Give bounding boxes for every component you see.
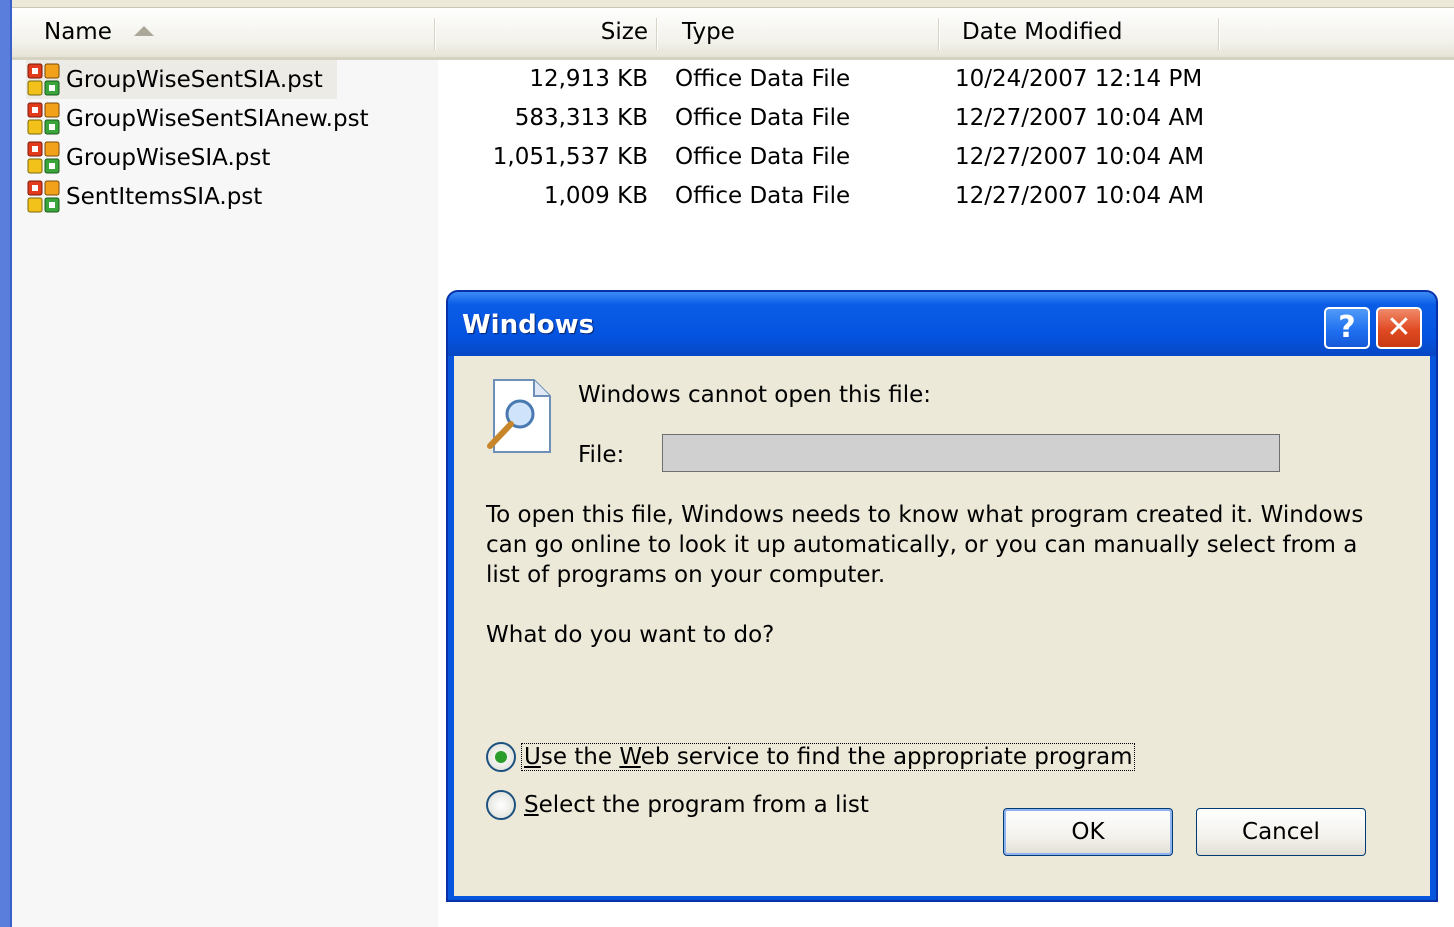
- file-type: Office Data File: [675, 144, 851, 170]
- option-web-service-label: Use the Web service to find the appropri…: [520, 743, 1136, 771]
- close-icon: ✕: [1386, 310, 1412, 345]
- select-list-radio[interactable]: [486, 790, 516, 820]
- option-select-from-list-label: Select the program from a list: [524, 792, 869, 818]
- file-name-field: [662, 434, 1280, 472]
- error-message: Windows cannot open this file:: [578, 382, 932, 408]
- file-size: 1,051,537 KB: [492, 144, 648, 170]
- column-header-name-label: Name: [44, 19, 112, 45]
- file-type: Office Data File: [675, 183, 851, 209]
- file-date: 10/24/2007 12:14 PM: [955, 66, 1203, 92]
- file-name-cell[interactable]: GroupWiseSentSIAnew.pst: [26, 99, 383, 138]
- sort-ascending-icon: [133, 25, 154, 36]
- dialog-title: Windows: [462, 310, 595, 340]
- column-separator[interactable]: [1218, 18, 1220, 50]
- file-type: Office Data File: [675, 105, 851, 131]
- file-row[interactable]: GroupWiseSIA.pst 1,051,537 KB Office Dat…: [12, 138, 1452, 177]
- column-header-size-label: Size: [600, 19, 648, 45]
- outlook-pst-icon: [27, 63, 60, 95]
- file-name: GroupWiseSentSIA.pst: [66, 66, 323, 93]
- file-date: 12/27/2007 10:04 AM: [955, 144, 1205, 170]
- dialog-titlebar[interactable]: Windows ? ✕: [448, 292, 1436, 356]
- file-size: 12,913 KB: [529, 66, 648, 92]
- file-name-cell[interactable]: GroupWiseSIA.pst: [26, 138, 284, 177]
- document-magnifier-icon: [487, 379, 551, 453]
- file-date: 12/27/2007 10:04 AM: [955, 105, 1205, 131]
- file-name-cell[interactable]: SentItemsSIA.pst: [26, 177, 276, 216]
- ok-button[interactable]: OK: [1003, 808, 1173, 856]
- file-type: Office Data File: [675, 66, 851, 92]
- file-name: GroupWiseSIA.pst: [66, 144, 271, 171]
- file-size: 1,009 KB: [543, 183, 648, 209]
- outlook-pst-icon: [27, 141, 60, 173]
- question-text: What do you want to do?: [486, 622, 775, 648]
- cancel-button[interactable]: Cancel: [1196, 808, 1366, 856]
- close-button[interactable]: ✕: [1376, 307, 1422, 349]
- explanation-text: To open this file, Windows needs to know…: [486, 502, 1364, 588]
- open-with-dialog: Windows ? ✕ Windows cannot open this fil…: [446, 290, 1438, 902]
- column-header-type-label: Type: [682, 19, 735, 45]
- file-size: 583,313 KB: [514, 105, 648, 131]
- outlook-pst-icon: [27, 102, 60, 134]
- file-name-cell[interactable]: GroupWiseSentSIA.pst: [26, 60, 337, 99]
- option-web-service[interactable]: Use the Web service to find the appropri…: [486, 740, 1136, 774]
- outlook-pst-icon: [27, 180, 60, 212]
- column-separator[interactable]: [434, 18, 436, 50]
- option-select-from-list[interactable]: Select the program from a list: [486, 788, 871, 822]
- file-date: 12/27/2007 10:04 AM: [955, 183, 1205, 209]
- column-header-bar: Name Size Type Date Modified: [12, 8, 1454, 60]
- window-top-edge: [12, 0, 1454, 8]
- column-separator[interactable]: [656, 18, 658, 50]
- column-header-size[interactable]: Size: [438, 8, 648, 57]
- column-header-date[interactable]: Date Modified: [962, 8, 1122, 57]
- dialog-client-area: Windows cannot open this file: File: To …: [454, 356, 1430, 896]
- column-header-name[interactable]: Name: [44, 8, 154, 57]
- column-header-date-label: Date Modified: [962, 19, 1123, 45]
- help-button[interactable]: ?: [1324, 307, 1370, 349]
- web-service-radio[interactable]: [486, 742, 516, 772]
- file-row[interactable]: SentItemsSIA.pst 1,009 KB Office Data Fi…: [12, 177, 1452, 216]
- help-icon: ?: [1338, 310, 1356, 345]
- file-name: SentItemsSIA.pst: [66, 183, 263, 210]
- radio-selected-dot: [495, 751, 507, 763]
- file-row[interactable]: GroupWiseSentSIAnew.pst 583,313 KB Offic…: [12, 99, 1452, 138]
- column-header-type[interactable]: Type: [682, 8, 735, 57]
- column-separator[interactable]: [938, 18, 940, 50]
- file-row[interactable]: GroupWiseSentSIA.pst 12,913 KB Office Da…: [12, 60, 1452, 99]
- file-label: File:: [578, 442, 625, 468]
- window-left-border: [0, 0, 12, 927]
- file-name: GroupWiseSentSIAnew.pst: [66, 105, 369, 132]
